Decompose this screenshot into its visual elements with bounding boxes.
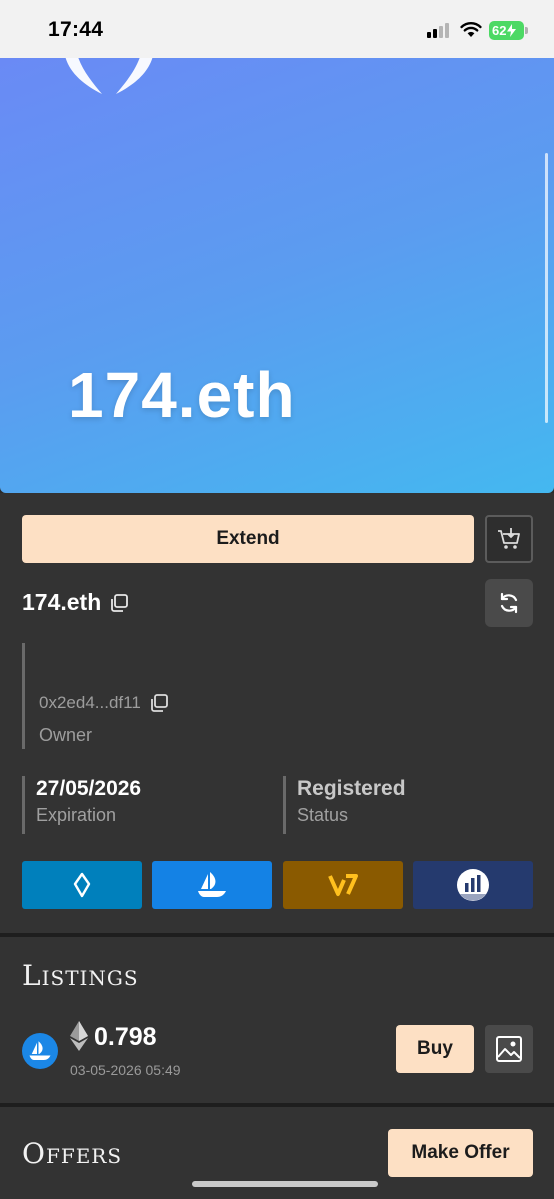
vision-icon: [328, 874, 358, 896]
add-to-cart-button[interactable]: [485, 515, 533, 563]
copy-name-icon[interactable]: [109, 593, 129, 613]
name-banner: 174.eth: [0, 58, 554, 493]
status-label: Status: [297, 805, 349, 826]
listings-section: Listings 0.798 03-05-2026 05:49 Buy: [0, 937, 554, 1103]
expiration-label: Expiration: [36, 805, 117, 826]
opensea-icon: [29, 1041, 51, 1060]
analytics-button[interactable]: [413, 861, 533, 909]
opensea-button[interactable]: [152, 861, 272, 909]
details-panel: Extend 174.eth 0x2ed4...df11 Owner 27/05…: [0, 493, 554, 933]
ens-logo-icon: [65, 58, 153, 94]
copy-address-icon[interactable]: [149, 693, 169, 713]
owner-label: Owner: [39, 725, 93, 745]
offers-title: Offers: [22, 1137, 123, 1170]
owner-address-row: 0x2ed4...df11: [39, 693, 169, 713]
listing-price: 0.798: [94, 1023, 157, 1051]
cart-icon: [498, 528, 520, 549]
expiration-date: 27/05/2026: [36, 777, 142, 800]
owner-info: 0x2ed4...df11 Owner: [22, 643, 322, 749]
home-indicator[interactable]: [192, 1181, 378, 1187]
battery-icon: 62: [489, 21, 528, 40]
buy-button[interactable]: Buy: [396, 1025, 474, 1073]
refresh-icon: [500, 592, 518, 614]
ens-icon: [73, 872, 91, 898]
name-header: 174.eth: [22, 589, 129, 616]
listing-timestamp: 03-05-2026 05:49: [70, 1062, 181, 1078]
analytics-icon: [457, 869, 489, 901]
view-image-button[interactable]: [485, 1025, 533, 1073]
opensea-avatar: [22, 1033, 58, 1069]
refresh-button[interactable]: [485, 579, 533, 627]
cellular-signal-icon: [427, 22, 453, 38]
wifi-icon: [460, 22, 482, 37]
status-info: Registered Status: [283, 776, 406, 834]
ens-app-button[interactable]: [22, 861, 142, 909]
status-value: Registered: [297, 777, 406, 800]
status-bar: 17:44 62: [0, 0, 554, 58]
status-time: 17:44: [48, 18, 104, 41]
name-title: 174.eth: [22, 589, 102, 615]
battery-level: 62: [492, 23, 507, 38]
image-icon: [496, 1036, 522, 1062]
scrollbar[interactable]: [545, 153, 548, 423]
opensea-icon: [198, 872, 226, 897]
owner-address[interactable]: 0x2ed4...df11: [39, 693, 141, 713]
vision-button[interactable]: [283, 861, 403, 909]
banner-name: 174.eth: [68, 359, 296, 431]
expiration-info: 27/05/2026 Expiration: [22, 776, 141, 834]
extend-button[interactable]: Extend: [22, 515, 474, 563]
charging-bolt-icon: [507, 24, 517, 37]
ethereum-icon: [70, 1021, 88, 1051]
make-offer-button[interactable]: Make Offer: [388, 1129, 533, 1177]
listings-title: Listings: [22, 959, 139, 992]
